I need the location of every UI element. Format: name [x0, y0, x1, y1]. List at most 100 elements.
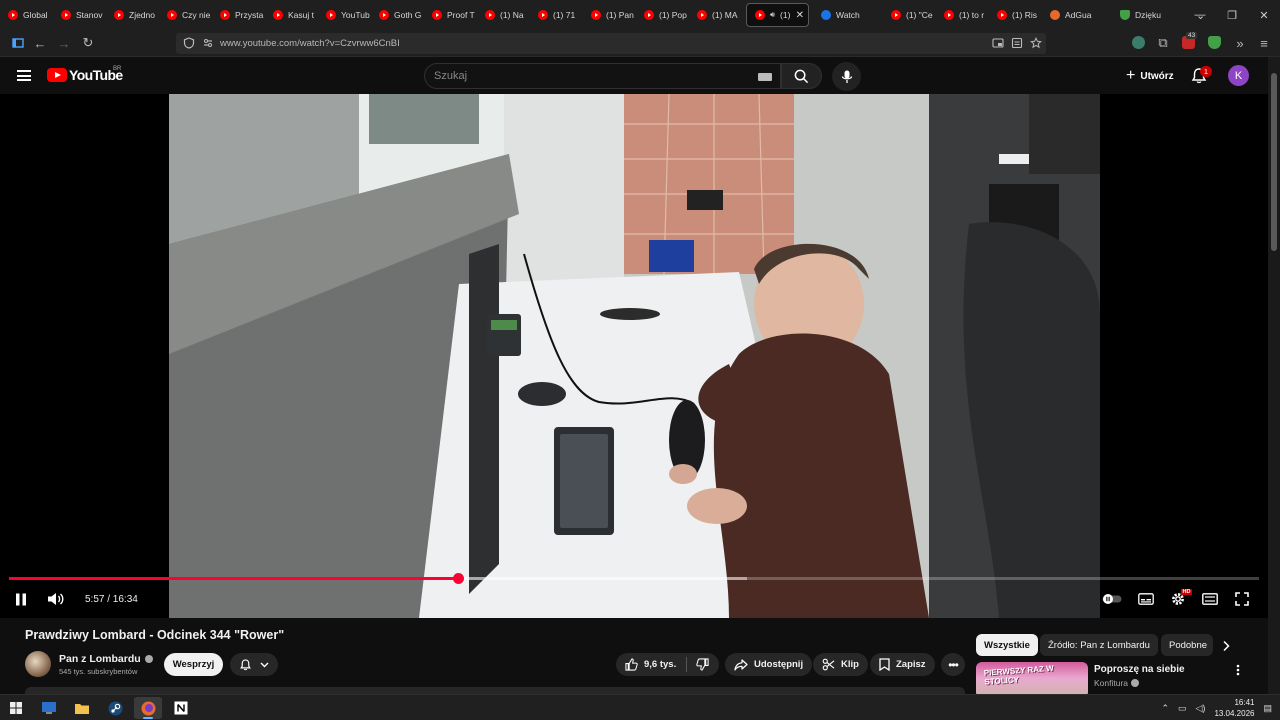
close-tab-icon[interactable]: ✕ [796, 10, 804, 21]
maximize-icon[interactable]: ❐ [1216, 0, 1248, 30]
browser-tab-18[interactable]: (1) to r [936, 0, 989, 30]
page-scrollbar[interactable] [1268, 57, 1280, 694]
recommendation-channel[interactable]: Konfitura [1094, 678, 1140, 688]
browser-tab-14[interactable]: (1) MA [689, 0, 742, 30]
pause-button[interactable] [13, 589, 29, 609]
address-bar[interactable]: www.youtube.com/watch?v=Czvrww6CnBI [176, 33, 1046, 54]
subtitles-button[interactable] [1137, 589, 1155, 609]
network-icon[interactable]: ▭ [1178, 703, 1187, 714]
channel-name[interactable]: Pan z Lombardu [59, 653, 153, 665]
browser-tab-8[interactable]: Goth G [371, 0, 424, 30]
firefox-icon[interactable] [134, 697, 162, 719]
extension-globe-icon[interactable] [1132, 36, 1145, 49]
subscription-notifications-button[interactable] [230, 653, 278, 676]
account-avatar[interactable]: K [1228, 65, 1249, 86]
browser-tab-10[interactable]: (1) Na [477, 0, 530, 30]
browser-tab-21[interactable]: Dzięku [1112, 0, 1182, 30]
browser-tab-20[interactable]: AdGua [1042, 0, 1112, 30]
minimize-icon[interactable]: — [1184, 0, 1216, 30]
channel-avatar[interactable] [25, 651, 51, 677]
browser-tab-1[interactable]: Global [0, 0, 53, 30]
tab-label: Proof T [447, 10, 475, 20]
browser-tab-12[interactable]: (1) Pan [583, 0, 636, 30]
theater-mode-button[interactable] [1201, 589, 1219, 609]
browser-tab-3[interactable]: Zjedno [106, 0, 159, 30]
browser-tab-2[interactable]: Stanov [53, 0, 106, 30]
keyboard-icon[interactable] [758, 73, 772, 81]
shield-favicon-icon [1120, 10, 1130, 20]
browser-tab-6[interactable]: Kasuj t [265, 0, 318, 30]
chip-from-channel[interactable]: Źródło: Pan z Lombardu [1040, 634, 1158, 656]
site-settings-icon[interactable] [202, 37, 214, 49]
reload-icon[interactable]: ↻ [80, 35, 96, 51]
windows-start-icon[interactable] [2, 697, 30, 719]
shield-security-icon[interactable] [183, 37, 195, 49]
fullscreen-button[interactable] [1233, 589, 1251, 609]
chip-related[interactable]: Podobne [1161, 634, 1213, 656]
bookmark-star-icon[interactable] [1030, 37, 1042, 49]
recommendation-thumbnail[interactable]: PIERWSZY RAZ W STOLICY [976, 662, 1088, 698]
extensions-puzzle-icon[interactable]: ⧉ [1155, 35, 1171, 51]
adguard-shield-icon[interactable] [1208, 36, 1221, 49]
youtube-favicon-icon [997, 10, 1007, 20]
progress-bar[interactable] [9, 573, 1259, 584]
browser-tab-11[interactable]: (1) 71 [530, 0, 583, 30]
thumbnail-text: PIERWSZY RAZ W STOLICY [983, 663, 1054, 687]
tray-chevron-up-icon[interactable]: ⌃ [1161, 703, 1169, 714]
search-icon [794, 69, 809, 83]
notification-center-icon[interactable]: ▤ [1263, 703, 1272, 714]
forward-icon[interactable]: → [56, 35, 72, 51]
url-text: www.youtube.com/watch?v=Czvrww6CnBI [220, 38, 400, 49]
browser-tab-strip: Global Stanov Zjedno Czy nie Przysta Kasuj t Y… [0, 0, 1280, 30]
video-frame[interactable] [169, 94, 1100, 618]
explorer-icon[interactable] [35, 697, 63, 719]
browser-tab-9[interactable]: Proof T [424, 0, 477, 30]
recommendation-title[interactable]: Poproszę na siebie [1094, 664, 1185, 675]
search-input[interactable] [434, 70, 754, 82]
browser-tab-4[interactable]: Czy nie [159, 0, 212, 30]
share-button[interactable]: Udostępnij [725, 653, 813, 676]
guide-menu-icon[interactable] [17, 70, 31, 81]
chevron-right-icon[interactable] [1222, 640, 1230, 652]
dislike-button[interactable] [687, 653, 719, 676]
video-player[interactable]: 5:57 / 16:34 HD [0, 94, 1268, 618]
browser-tab-19[interactable]: (1) Ris [989, 0, 1042, 30]
notion-icon[interactable] [167, 697, 195, 719]
browser-tab-7[interactable]: YouTub [318, 0, 371, 30]
like-button[interactable]: 9,6 tys. [616, 653, 686, 676]
support-button[interactable]: Wesprzyj [164, 653, 223, 676]
browser-tab-15[interactable]: 🔊︎ (1) ✕ [746, 3, 809, 27]
save-button[interactable]: Zapisz [870, 653, 935, 676]
sidebar-toggle-icon[interactable] [10, 35, 26, 51]
browser-tab-13[interactable]: (1) Pop [636, 0, 689, 30]
reader-view-icon[interactable] [1011, 37, 1023, 49]
overflow-chevrons-icon[interactable]: » [1232, 35, 1248, 51]
more-actions-button[interactable]: ••• [941, 653, 965, 676]
create-button[interactable]: + Utwórz [1116, 63, 1184, 89]
search-button[interactable] [781, 63, 822, 89]
mute-button[interactable] [46, 589, 66, 609]
clip-button[interactable]: Klip [813, 653, 868, 676]
back-icon[interactable]: ← [32, 35, 48, 51]
microphone-icon [841, 70, 852, 83]
vertical-dots-icon[interactable] [1236, 664, 1240, 676]
recommendation-channel-name: Konfitura [1094, 678, 1129, 688]
scrollbar-thumb[interactable] [1271, 73, 1277, 251]
file-manager-icon[interactable] [68, 697, 96, 719]
browser-tab-5[interactable]: Przysta [212, 0, 265, 30]
scrubber-handle[interactable] [452, 573, 464, 584]
voice-search-button[interactable] [832, 62, 861, 91]
audio-playing-icon[interactable]: 🔊︎ [770, 10, 775, 20]
clock[interactable]: 16:41 13.04.2026 [1214, 697, 1254, 719]
menu-hamburger-icon[interactable]: ≡ [1256, 35, 1272, 51]
tab-label: (1) Pan [606, 10, 634, 20]
picture-in-picture-icon[interactable] [992, 37, 1004, 49]
chip-all[interactable]: Wszystkie [976, 634, 1038, 656]
browser-tab-16[interactable]: Watch [813, 0, 883, 30]
close-window-icon[interactable]: ✕ [1248, 0, 1280, 30]
youtube-logo-icon[interactable] [47, 68, 67, 82]
speaker-icon[interactable]: ◁) [1196, 703, 1206, 714]
browser-tab-17[interactable]: (1) "Ce [883, 0, 936, 30]
autoplay-toggle[interactable] [1101, 589, 1123, 609]
steam-icon[interactable] [101, 697, 129, 719]
